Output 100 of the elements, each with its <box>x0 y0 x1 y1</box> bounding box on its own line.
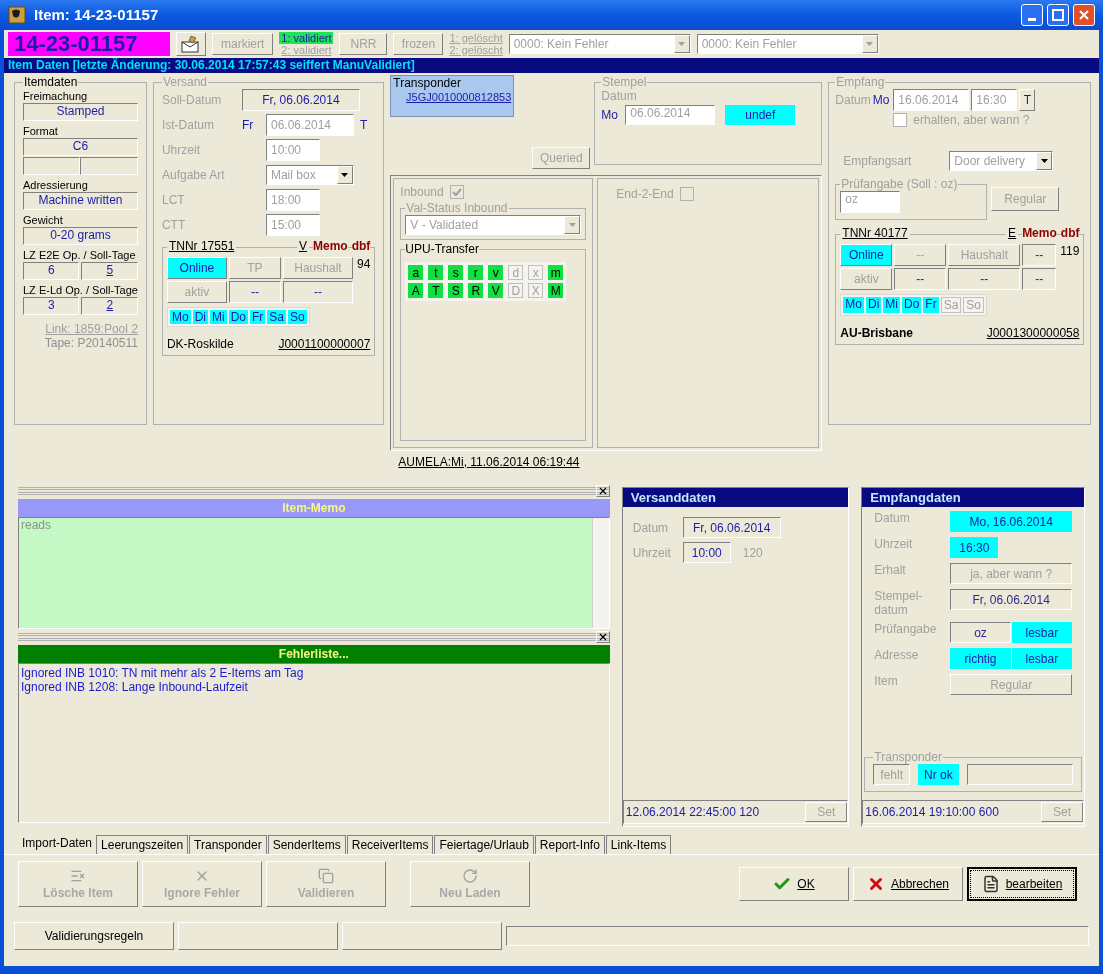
dbf-label[interactable]: dbf <box>351 239 371 253</box>
caret-icon <box>341 173 349 177</box>
error-entry[interactable]: Ignored INB 1010: TN mit mehr als 2 E-Items am Tag <box>21 666 607 680</box>
count: 119 <box>1060 244 1080 258</box>
tab[interactable]: Feiertage/Urlaub <box>434 835 534 854</box>
weekday[interactable]: Fr <box>923 297 939 313</box>
weekday[interactable]: Mo <box>169 310 191 324</box>
field-label: LZ E-Ld Op. / Soll-Tage <box>23 283 138 297</box>
dbf-label[interactable]: dbf <box>1060 226 1080 240</box>
checkbox[interactable] <box>893 113 908 127</box>
minimize-button[interactable] <box>1021 4 1043 26</box>
transfer-flag[interactable]: S <box>448 283 464 298</box>
section-header: Item Daten [letzte Änderung: 30.06.2014 17:57:43 seiffert ManuValidiert] <box>4 58 1099 73</box>
value-field: 6 <box>23 262 80 280</box>
participant-number[interactable]: TNNr 40177 <box>840 226 910 240</box>
field-label: Stempel-datum <box>874 589 924 617</box>
caret-icon <box>1040 159 1048 163</box>
scrollbar[interactable] <box>591 518 609 628</box>
value-field: -- <box>1022 268 1057 290</box>
tab[interactable]: Leerungszeiten <box>96 835 189 854</box>
direction-flag[interactable]: E <box>1006 226 1019 240</box>
weekday[interactable]: Fr <box>250 310 266 324</box>
weekday[interactable]: So <box>288 310 307 324</box>
envelope-button[interactable] <box>176 32 206 56</box>
weekday[interactable]: Do <box>228 310 248 324</box>
value-field: richtig <box>950 648 1011 669</box>
checkbox-label: End-2-End <box>616 187 674 201</box>
validation-rules-button[interactable]: Validierungsregeln <box>14 922 174 950</box>
weekday[interactable]: Mi <box>883 297 900 313</box>
direction-flag[interactable]: V <box>296 239 309 253</box>
weekday[interactable]: Sa <box>267 310 286 324</box>
transfer-flag[interactable]: T <box>428 283 444 298</box>
memo-label[interactable]: Memo <box>313 239 348 253</box>
group-label: Val-Status Inbound <box>405 201 509 215</box>
checkbox-label: Inbound <box>400 185 444 199</box>
transfer-flag[interactable]: t <box>428 265 444 280</box>
window-title: Item: 14-23-01157 <box>34 8 159 22</box>
participant-code[interactable]: J0001300000058 <box>986 326 1080 340</box>
dialog-button[interactable]: OK <box>739 867 849 901</box>
participant-number[interactable]: TNNr 17551 <box>166 239 237 253</box>
close-button[interactable] <box>595 631 610 643</box>
item-number: 14-23-01157 <box>8 32 170 56</box>
transfer-flag[interactable]: s <box>448 265 464 280</box>
field-label: CTT <box>161 218 187 232</box>
dialog-button[interactable]: bearbeiten <box>967 867 1077 901</box>
field-label: Adressierung <box>23 178 89 192</box>
field-label: Uhrzeit <box>874 537 914 551</box>
field-label: Uhrzeit <box>161 143 201 157</box>
field-label: Datum <box>601 89 637 103</box>
group-label: Transponder <box>393 76 462 90</box>
error-entry[interactable]: Ignored INB 1208: Lange Inbound-Laufzeit <box>21 680 607 694</box>
today-label[interactable]: T <box>359 118 368 132</box>
field-label: Freimachung <box>23 89 89 103</box>
maximize-button[interactable] <box>1047 4 1069 26</box>
value-field: lesbar <box>1011 648 1072 669</box>
dialog-button[interactable]: Abbrechen <box>853 867 963 901</box>
transfer-flag[interactable]: R <box>468 283 484 298</box>
participant-code[interactable]: J0001100000007 <box>278 337 371 351</box>
tab[interactable]: Link-Items <box>605 835 672 854</box>
transfer-flag[interactable]: m <box>548 265 564 280</box>
today-button[interactable]: T <box>1019 89 1036 111</box>
value-field[interactable]: 5 <box>81 262 138 280</box>
memo-label[interactable]: Memo <box>1022 226 1057 240</box>
weekday[interactable]: Do <box>902 297 922 313</box>
value-field: -- <box>282 281 353 303</box>
weekday[interactable]: Mi <box>209 310 227 324</box>
close-button[interactable] <box>595 485 610 497</box>
close-icon <box>598 487 607 495</box>
app-icon <box>8 6 26 24</box>
checkbox[interactable] <box>449 185 464 199</box>
transfer-flag[interactable]: a <box>408 265 424 280</box>
tab[interactable]: Transponder <box>189 835 267 854</box>
weekday[interactable]: Di <box>192 310 208 324</box>
tab[interactable]: Report-Info <box>534 835 605 854</box>
checkbox[interactable] <box>679 187 694 201</box>
tab[interactable]: ReceiverItems <box>346 835 434 854</box>
value-field[interactable]: 2 <box>81 297 138 315</box>
field-label: Datum <box>632 520 670 535</box>
transfer-flag[interactable]: v <box>488 265 504 280</box>
weekday[interactable]: Di <box>866 297 882 313</box>
check-icon <box>451 187 462 197</box>
validation-status[interactable]: 1: validiert <box>279 32 334 44</box>
toggle-button[interactable]: Online <box>166 257 227 279</box>
field-label: Uhrzeit <box>632 545 671 560</box>
field-label: Erhalt <box>874 563 907 577</box>
transfer-flag[interactable]: A <box>408 283 424 298</box>
toggle-button[interactable]: Online <box>840 244 893 266</box>
list-icon <box>70 868 86 884</box>
value-field: Stamped <box>23 103 138 121</box>
tab[interactable]: SenderItems <box>267 835 346 854</box>
transfer-flag[interactable]: V <box>488 283 504 298</box>
weekday[interactable]: Mo <box>843 297 864 313</box>
value-field: -- <box>228 281 281 303</box>
field-label: Adresse <box>874 648 920 662</box>
weekday-label: Mo <box>601 108 619 122</box>
transfer-flag[interactable]: r <box>468 265 484 280</box>
field-label: LZ E2E Op. / Soll-Tage <box>23 248 137 262</box>
transponder-link[interactable]: J5GJ0010000812853 <box>406 90 512 104</box>
value-field: 3 <box>23 297 80 315</box>
transfer-flag[interactable]: M <box>548 283 564 298</box>
